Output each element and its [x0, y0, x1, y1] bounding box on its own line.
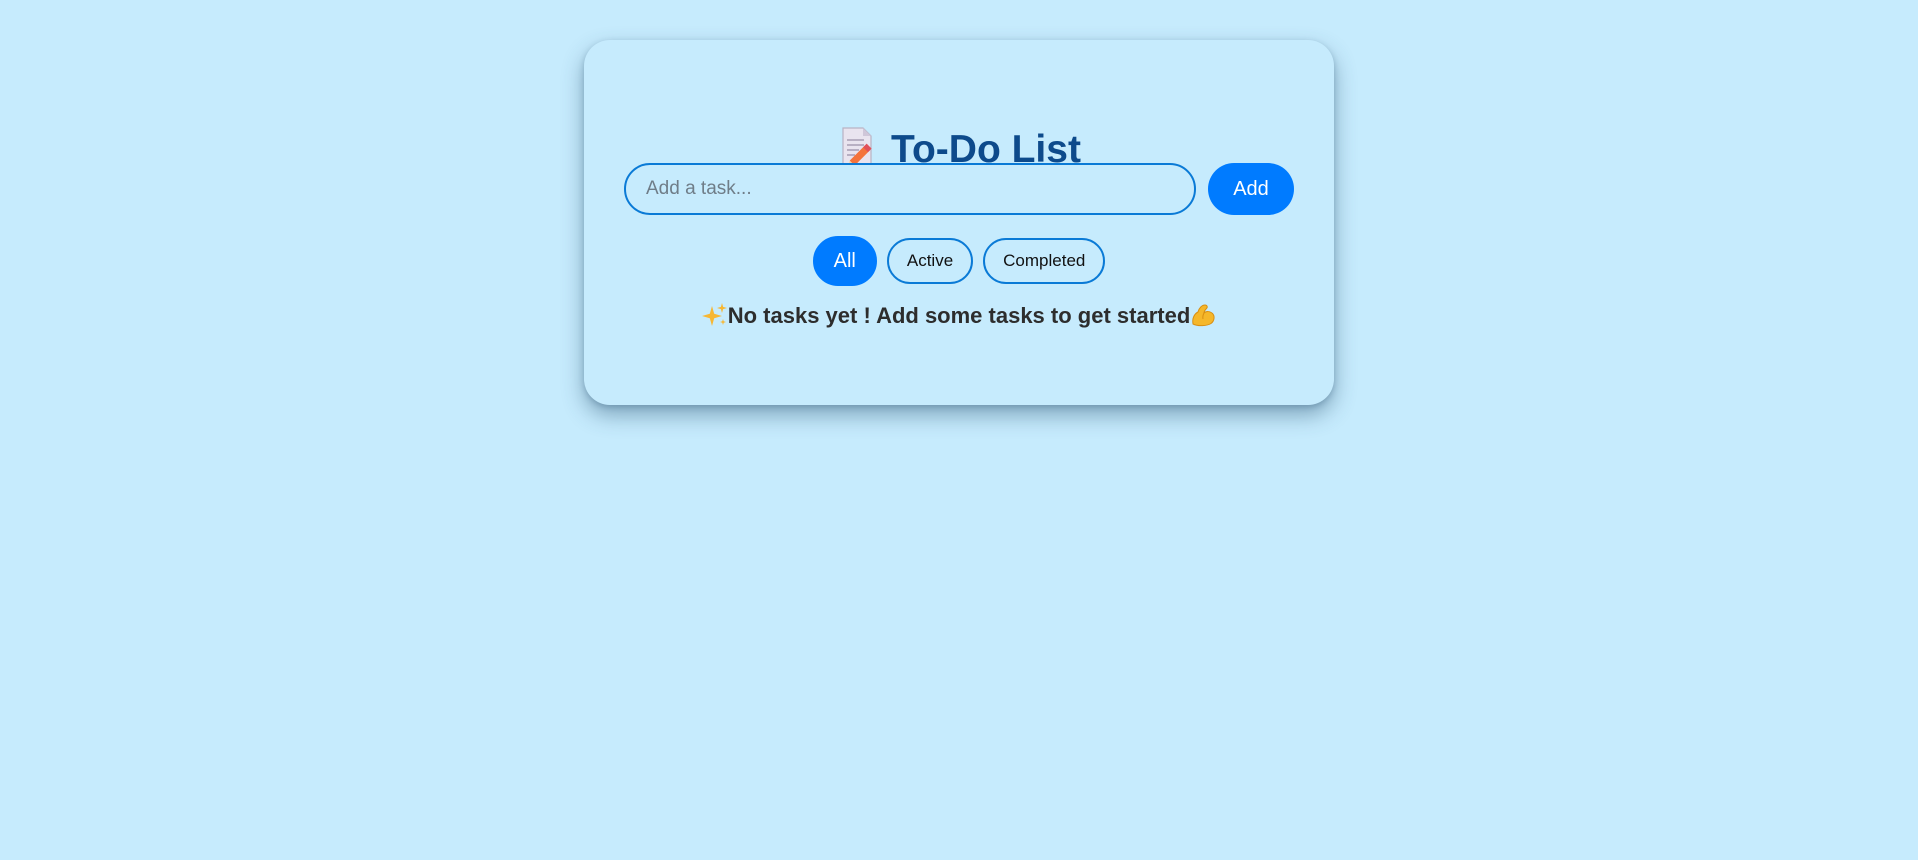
flexed-biceps-icon — [1192, 304, 1215, 327]
empty-state-message: No tasks yet ! Add some tasks to get sta… — [727, 303, 1191, 328]
filter-bar: All Active Completed — [584, 236, 1334, 286]
todo-card: To-Do List Add All Active Completed No t… — [584, 40, 1334, 405]
filter-all-button[interactable]: All — [812, 236, 877, 286]
task-input[interactable] — [624, 163, 1196, 215]
add-button[interactable]: Add — [1208, 163, 1294, 215]
filter-active-button[interactable]: Active — [886, 238, 974, 284]
empty-state: No tasks yet ! Add some tasks to get sta… — [584, 296, 1334, 336]
filter-completed-button[interactable]: Completed — [983, 238, 1106, 284]
sparkles-icon — [701, 303, 727, 326]
add-task-row: Add — [624, 163, 1294, 215]
